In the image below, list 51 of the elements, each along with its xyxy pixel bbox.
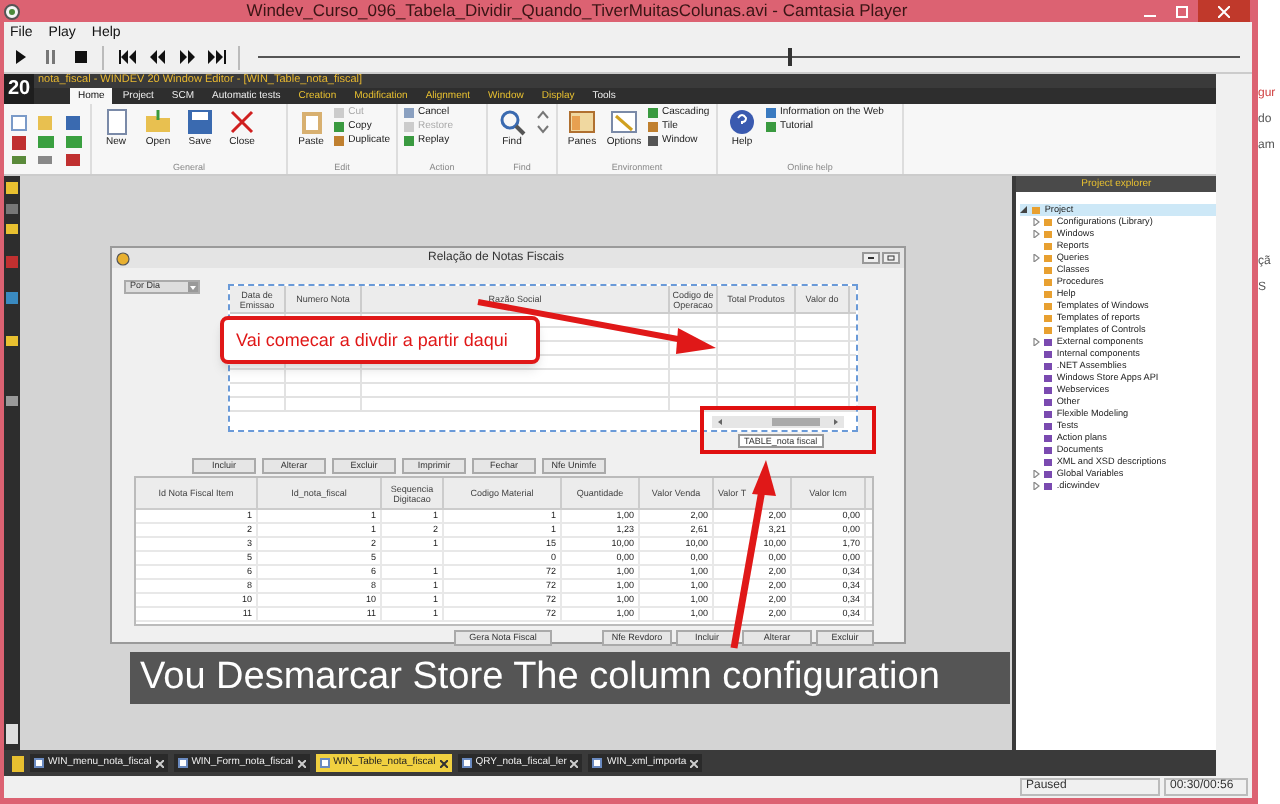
magnifier-icon — [498, 108, 526, 136]
window-icon — [592, 758, 603, 768]
dropdown-arrow-icon — [188, 282, 198, 292]
small-square-icon — [648, 136, 658, 146]
close-button[interactable] — [1198, 0, 1250, 22]
minimize-icon[interactable] — [862, 252, 880, 264]
collapsed-arrow-icon[interactable] — [1032, 338, 1041, 346]
small-square-icon — [404, 136, 414, 146]
window-icon — [177, 758, 188, 768]
small-square-icon — [404, 122, 414, 132]
horizontal-scrollbar[interactable] — [712, 416, 844, 428]
small-square-icon — [334, 136, 345, 146]
cross-icon — [228, 108, 256, 136]
fast-forward-icon — [177, 48, 195, 66]
up-down-arrows-icon[interactable] — [536, 108, 550, 136]
close-icon — [1218, 5, 1230, 17]
small-square-icon — [766, 122, 776, 132]
caption: Vou Desmarcar Store The column configuration — [130, 652, 1010, 704]
close-icon — [690, 759, 699, 767]
close-icon — [297, 759, 306, 767]
expanded-arrow-icon[interactable] — [1020, 206, 1029, 214]
callout: Vai comecar a divdir a partir daqui — [220, 316, 540, 364]
skip-back-button[interactable] — [114, 45, 138, 69]
small-square-icon — [404, 108, 414, 118]
play-icon — [11, 48, 29, 66]
seek-thumb[interactable] — [788, 48, 793, 66]
window-icon — [34, 758, 44, 768]
rewind-icon — [147, 48, 165, 66]
panes-icon — [568, 108, 596, 136]
pause-icon — [41, 48, 59, 66]
quick-access-drawing[interactable] — [9, 111, 85, 167]
window-title: Windev_Curso_096_Tabela_Dividir_Quando_TiverMuitasColunas.avi - Camtasia Player — [244, 2, 910, 20]
collapsed-arrow-icon[interactable] — [1032, 254, 1041, 262]
close-icon — [439, 759, 448, 767]
small-square-icon — [334, 122, 345, 132]
small-square-icon — [648, 122, 658, 132]
skip-back-icon — [117, 48, 135, 66]
stop-icon — [71, 48, 89, 66]
close-icon — [570, 759, 579, 767]
maximize-icon — [1176, 5, 1188, 17]
skip-forward-button[interactable] — [204, 45, 228, 69]
window-icon — [319, 758, 330, 768]
windev-logo: 20 — [4, 74, 34, 104]
close-icon — [155, 759, 164, 767]
side-toolbar-drawing[interactable] — [4, 176, 20, 750]
window-icon — [461, 758, 472, 768]
window-app-icon — [116, 251, 130, 265]
skip-forward-icon — [207, 48, 225, 66]
small-square-icon — [648, 108, 658, 118]
small-square-icon — [766, 108, 776, 118]
fast-forward-button[interactable] — [174, 45, 198, 69]
